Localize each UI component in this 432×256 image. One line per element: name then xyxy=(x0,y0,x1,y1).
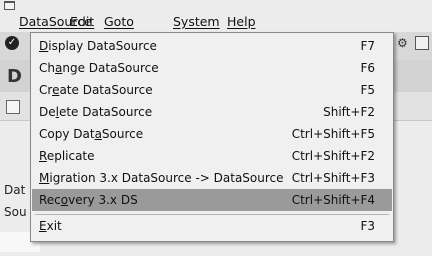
mnemonic: M xyxy=(39,171,50,185)
menu-item-create-datasource[interactable]: Create DataSource F5 xyxy=(32,79,392,101)
label-part: xit xyxy=(46,219,62,233)
menu-item-label: Recovery 3.x DS xyxy=(39,193,138,207)
menu-item-delete-datasource[interactable]: Delete DataSource Shift+F2 xyxy=(32,101,392,123)
menu-item-label: Copy DataSource xyxy=(39,127,143,141)
menu-item-migration[interactable]: Migration 3.x DataSource -> DataSource C… xyxy=(32,167,392,189)
menu-item-shortcut: F6 xyxy=(360,61,375,75)
menu-item-copy-datasource[interactable]: Copy DataSource Ctrl+Shift+F5 xyxy=(32,123,392,145)
menu-item-shortcut: Ctrl+Shift+F5 xyxy=(291,127,375,141)
display-change-icon[interactable] xyxy=(6,100,20,114)
menu-item-label: Exit xyxy=(39,219,62,233)
label-part: ete DataSource xyxy=(58,105,153,119)
label-part: Cr xyxy=(39,83,53,97)
menu-item-shortcut: F5 xyxy=(360,83,375,97)
mnemonic: D xyxy=(39,39,49,53)
menu-item-label: Delete DataSource xyxy=(39,105,152,119)
label-part: eplicate xyxy=(46,149,95,163)
title-strip xyxy=(0,0,432,12)
mnemonic: E xyxy=(39,219,47,233)
label-part: Rec xyxy=(39,193,61,207)
layout-icon[interactable] xyxy=(415,36,429,50)
screen-title: D xyxy=(7,66,22,87)
label-part: ate DataSource xyxy=(59,83,153,97)
menu-item-display-datasource[interactable]: Display DataSource F7 xyxy=(32,35,392,57)
menu-item-shortcut: F7 xyxy=(360,39,375,53)
menu-help[interactable]: Help xyxy=(227,14,256,29)
mnemonic: a xyxy=(94,127,102,141)
menu-item-shortcut: Shift+F2 xyxy=(323,105,375,119)
label-part: Source xyxy=(101,127,144,141)
settings-icon[interactable]: ⚙ xyxy=(397,36,411,50)
label-part: igration 3.x DataSource -> DataSource xyxy=(49,171,284,185)
menu-item-shortcut: Ctrl+Shift+F2 xyxy=(291,149,375,163)
menu-item-change-datasource[interactable]: Change DataSource F6 xyxy=(32,57,392,79)
menu-item-exit[interactable]: Exit F3 xyxy=(32,215,392,237)
menu-item-shortcut: Ctrl+Shift+F3 xyxy=(291,171,375,185)
label-part: Ch xyxy=(39,61,55,75)
menu-item-label: Display DataSource xyxy=(39,39,157,53)
menu-goto[interactable]: Goto xyxy=(104,14,134,29)
label-part: De xyxy=(39,105,56,119)
label-part: isplay DataSource xyxy=(48,39,157,53)
menu-item-label: Create DataSource xyxy=(39,83,153,97)
menu-item-replicate[interactable]: Replicate Ctrl+Shift+F2 xyxy=(32,145,392,167)
label-part: Copy Dat xyxy=(39,127,95,141)
menu-item-label: Replicate xyxy=(39,149,95,163)
field-label-datasource: Dat xyxy=(4,183,26,197)
field-label-source: Sou xyxy=(4,205,27,219)
confirm-icon[interactable]: ✓ xyxy=(5,36,19,50)
label-part: very 3.x DS xyxy=(68,193,138,207)
menu-item-label: Change DataSource xyxy=(39,61,159,75)
label-part: nge DataSource xyxy=(62,61,159,75)
menu-bar: DataSource Edit Goto System Help xyxy=(0,12,432,32)
menu-item-label: Migration 3.x DataSource -> DataSource xyxy=(39,171,284,185)
menu-item-shortcut: F3 xyxy=(360,219,375,233)
datasource-dropdown-menu: Display DataSource F7 Change DataSource … xyxy=(30,32,394,242)
mnemonic: R xyxy=(39,149,47,163)
window-icon[interactable] xyxy=(4,1,15,10)
menu-system[interactable]: System xyxy=(173,14,220,29)
menu-edit[interactable]: Edit xyxy=(70,14,94,29)
menu-item-recovery[interactable]: Recovery 3.x DS Ctrl+Shift+F4 xyxy=(32,189,392,211)
menu-item-shortcut: Ctrl+Shift+F4 xyxy=(291,193,375,207)
